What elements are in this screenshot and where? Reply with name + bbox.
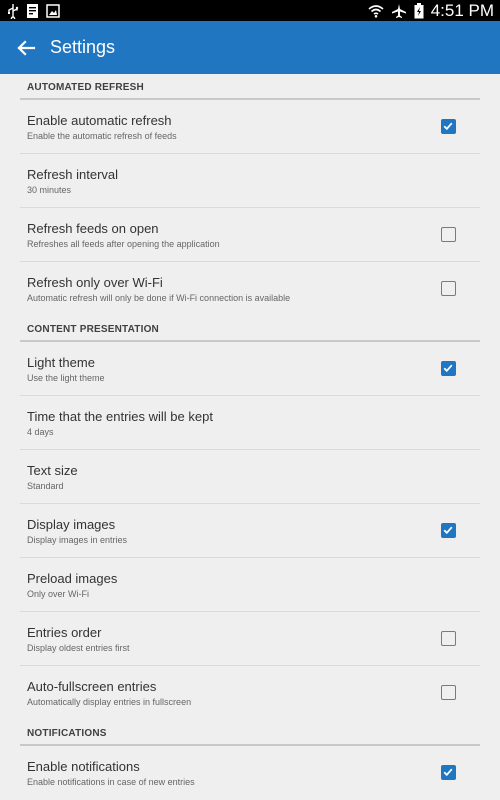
preference-title: Light theme: [27, 355, 95, 370]
settings-list: AUTOMATED REFRESH Enable automatic refres…: [0, 74, 500, 800]
preference-summary: Enable notifications in case of new entr…: [27, 777, 195, 787]
preference-item[interactable]: Auto-fullscreen entries Automatically dis…: [0, 666, 500, 720]
airplane-icon: [391, 3, 407, 19]
preference-item[interactable]: Time that the entries will be kept 4 days: [0, 396, 500, 450]
preference-summary: Display oldest entries first: [27, 643, 130, 653]
app-bar: Settings: [0, 21, 500, 74]
preference-summary: Only over Wi-Fi: [27, 589, 90, 599]
category-header: CONTENT PRESENTATION: [0, 316, 500, 342]
checkbox-checked[interactable]: [441, 119, 456, 134]
preference-summary: Refreshes all feeds after opening the ap…: [27, 239, 220, 249]
usb-icon: [6, 3, 20, 19]
preference-title: Display images: [27, 517, 116, 532]
category-header: AUTOMATED REFRESH: [0, 74, 500, 100]
status-time: 4:51 PM: [430, 1, 494, 20]
checkbox-checked[interactable]: [441, 361, 456, 376]
preference-title: Entries order: [27, 625, 102, 640]
preference-title: Refresh feeds on open: [27, 221, 159, 236]
preference-item[interactable]: Refresh feeds on open Refreshes all feeds…: [0, 208, 500, 262]
category-header: NOTIFICATIONS: [0, 720, 500, 746]
preference-title: Refresh only over Wi-Fi: [27, 275, 163, 290]
preference-summary: Automatic refresh will only be done if W…: [27, 293, 291, 303]
preference-summary: 4 days: [27, 427, 54, 437]
checkbox-unchecked[interactable]: [441, 631, 456, 646]
preference-title: Preload images: [27, 571, 118, 586]
status-bar: 4:51 PM: [0, 0, 500, 21]
preference-title: Text size: [27, 463, 78, 478]
checkbox-unchecked[interactable]: [441, 281, 456, 296]
preference-item[interactable]: Display images Display images in entries: [0, 504, 500, 558]
category-label: CONTENT PRESENTATION: [27, 324, 159, 335]
preference-title: Enable automatic refresh: [27, 113, 172, 128]
preference-item[interactable]: Preload images Only over Wi-Fi: [0, 558, 500, 612]
checkbox-unchecked[interactable]: [441, 227, 456, 242]
preference-summary: Enable the automatic refresh of feeds: [27, 131, 177, 141]
preference-item[interactable]: Enable automatic refresh Enable the autom…: [0, 100, 500, 154]
page-title: Settings: [50, 37, 116, 57]
checkbox-checked[interactable]: [441, 523, 456, 538]
notification-icon: [26, 3, 40, 19]
preference-item[interactable]: Entries order Display oldest entries firs…: [0, 612, 500, 666]
preference-summary: Display images in entries: [27, 535, 128, 545]
wifi-icon: [368, 4, 384, 18]
image-icon: [46, 3, 60, 18]
preference-title: Enable notifications: [27, 759, 140, 774]
preference-title: Time that the entries will be kept: [27, 409, 213, 424]
category-label: AUTOMATED REFRESH: [27, 82, 144, 93]
preference-item[interactable]: Light theme Use the light theme: [0, 342, 500, 396]
checkbox-checked[interactable]: [441, 765, 456, 780]
preference-title: Auto-fullscreen entries: [27, 679, 157, 694]
preference-summary: Automatically display entries in fullscr…: [27, 697, 192, 707]
preference-summary: Use the light theme: [27, 373, 105, 383]
preference-item[interactable]: Refresh interval 30 minutes: [0, 154, 500, 208]
preference-title: Refresh interval: [27, 167, 119, 182]
preference-summary: 30 minutes: [27, 185, 72, 195]
battery-icon: [414, 2, 424, 19]
back-button[interactable]: [12, 34, 40, 62]
preference-item[interactable]: Enable notifications Enable notifications…: [0, 746, 500, 800]
category-label: NOTIFICATIONS: [27, 728, 107, 739]
preference-summary: Standard: [27, 481, 64, 491]
back-arrow-icon: [12, 40, 40, 66]
preference-item[interactable]: Text size Standard: [0, 450, 500, 504]
checkbox-unchecked[interactable]: [441, 685, 456, 700]
preference-item[interactable]: Refresh only over Wi-Fi Automatic refresh…: [0, 262, 500, 316]
